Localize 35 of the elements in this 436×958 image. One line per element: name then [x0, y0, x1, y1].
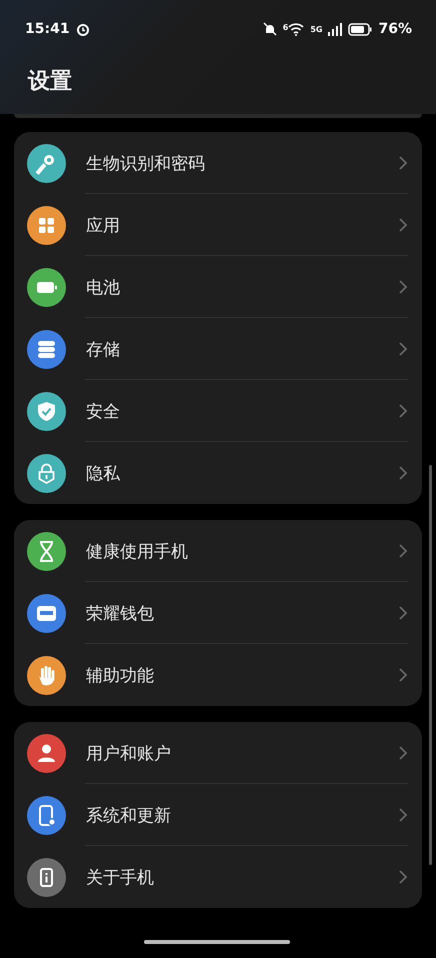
chevron-icon	[398, 341, 408, 357]
chevron-icon	[398, 667, 408, 683]
chevron-icon	[398, 745, 408, 761]
settings-item[interactable]: 生物识别和密码	[86, 152, 398, 174]
battery-percent: 76%	[378, 21, 412, 37]
home-indicator[interactable]	[144, 940, 290, 944]
settings-item[interactable]: 系统和更新	[86, 804, 398, 826]
chevron-icon	[398, 155, 408, 171]
signal-icon	[328, 22, 342, 36]
chevron-icon	[398, 543, 408, 559]
battery-icon	[348, 22, 372, 36]
settings-item[interactable]: 隐私	[86, 462, 398, 484]
wifi-tag: 6	[282, 22, 288, 32]
settings-item[interactable]: 应用	[86, 214, 398, 236]
chevron-icon	[398, 279, 408, 295]
clock-time: 15:41	[25, 21, 70, 37]
network-type: 5G	[310, 24, 322, 34]
settings-item[interactable]: 安全	[86, 400, 398, 422]
settings-item[interactable]: 关于手机	[86, 866, 398, 888]
chevron-icon	[398, 605, 408, 621]
settings-item[interactable]: 辅助功能	[86, 664, 398, 686]
mute-icon	[262, 22, 277, 36]
chevron-icon	[398, 217, 408, 233]
page-title: 设置	[26, 68, 73, 96]
chevron-icon	[398, 807, 408, 823]
chevron-icon	[398, 465, 408, 481]
settings-item[interactable]: 健康使用手机	[86, 540, 398, 562]
alarm-icon	[76, 22, 90, 36]
chevron-icon	[398, 403, 408, 419]
settings-item[interactable]: 用户和账户	[86, 742, 398, 764]
chevron-icon	[398, 869, 408, 885]
wifi-icon	[288, 22, 304, 36]
settings-item[interactable]: 电池	[86, 276, 398, 298]
settings-item[interactable]: 荣耀钱包	[86, 602, 398, 624]
settings-item[interactable]: 存储	[86, 338, 398, 360]
